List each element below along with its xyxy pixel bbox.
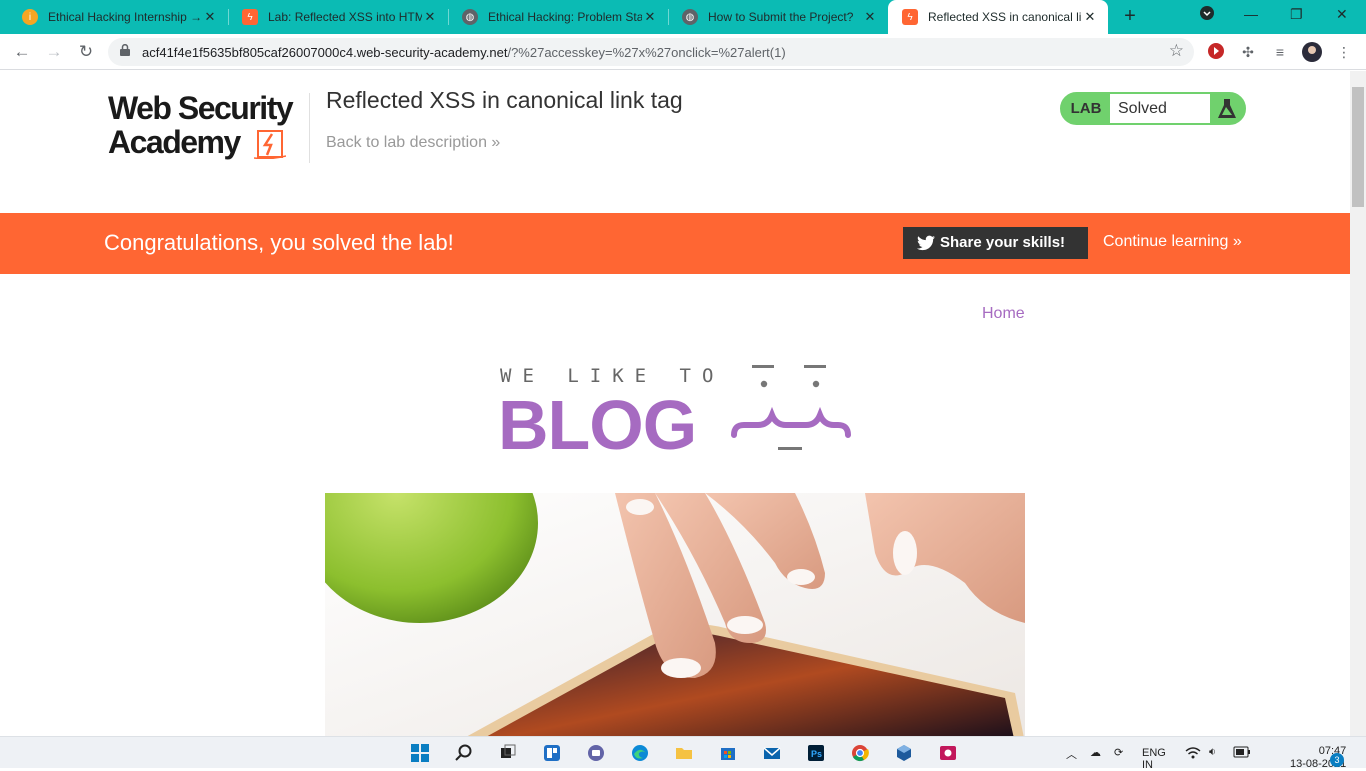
globe-icon: ◍: [462, 9, 478, 25]
forward-arrow-icon[interactable]: →: [42, 40, 66, 64]
teams-chat-icon[interactable]: [587, 744, 605, 762]
tab-ethical-hacking-internship[interactable]: i Ethical Hacking Internship → ✕: [8, 0, 228, 34]
back-arrow-icon[interactable]: ←: [10, 40, 34, 64]
header-divider: [309, 93, 310, 163]
wifi-icon[interactable]: [1185, 746, 1201, 763]
profile-avatar[interactable]: [1302, 42, 1322, 62]
globe-icon: ◍: [682, 9, 698, 25]
tab-title: Ethical Hacking Internship →: [48, 10, 202, 24]
tab-reflected-xss-html[interactable]: ϟ Lab: Reflected XSS into HTML ✕: [228, 0, 448, 34]
menu-kebab-icon[interactable]: ⋮: [1334, 42, 1354, 62]
tab-reflected-xss-canonical[interactable]: ϟ Reflected XSS in canonical lin ✕: [888, 0, 1108, 34]
restore-icon[interactable]: ❐: [1290, 6, 1303, 23]
battery-icon[interactable]: [1233, 746, 1251, 761]
file-explorer-icon[interactable]: [675, 744, 693, 762]
badge-lab-label: LAB: [1070, 100, 1102, 117]
we-like-to-blog-logo: WE LIKE TO BLOG: [498, 361, 858, 464]
media-queue-icon[interactable]: ≡: [1270, 42, 1290, 62]
notification-count-badge[interactable]: 3: [1330, 753, 1344, 767]
tab-title: Reflected XSS in canonical lin: [928, 10, 1082, 24]
back-to-lab-description-link[interactable]: Back to lab description »: [326, 134, 500, 152]
svg-text:Ps: Ps: [811, 749, 822, 759]
nav-home-link[interactable]: Home: [982, 305, 1025, 323]
close-icon[interactable]: ✕: [1082, 9, 1098, 25]
address-bar[interactable]: acf41f4e1f5635bf805caf26007000c4.web-sec…: [108, 38, 1194, 66]
show-hidden-icons-chevron-icon[interactable]: ︿: [1066, 746, 1077, 762]
tab-title: How to Submit the Project?: [708, 10, 854, 24]
url-host: acf41f4e1f5635bf805caf26007000c4.web-sec…: [142, 45, 508, 60]
window-close-icon[interactable]: ✕: [1336, 6, 1348, 23]
new-tab-button[interactable]: +: [1118, 5, 1142, 29]
continue-learning-link[interactable]: Continue learning »: [1103, 233, 1242, 251]
tab-search-icon[interactable]: [1200, 6, 1214, 23]
tab-problem-statement[interactable]: ◍ Ethical Hacking: Problem Stat ✕: [448, 0, 668, 34]
search-icon[interactable]: [455, 744, 473, 762]
browser-toolbar: ← → ↻ acf41f4e1f5635bf805caf26007000c4.w…: [0, 34, 1366, 70]
minimize-icon[interactable]: —: [1244, 6, 1258, 22]
screen-recorder-icon[interactable]: [939, 744, 957, 762]
lock-icon: [120, 44, 130, 56]
lightning-bolt-icon: [254, 130, 286, 159]
volume-icon[interactable]: 🔉︎: [1209, 746, 1216, 759]
page-scrollbar[interactable]: [1350, 71, 1366, 736]
close-icon[interactable]: ✕: [642, 9, 658, 25]
chrome-icon[interactable]: [851, 744, 869, 762]
language-code: ENG: [1142, 747, 1166, 759]
close-icon[interactable]: ✕: [862, 9, 878, 25]
windows-start-icon[interactable]: [411, 744, 429, 762]
flask-icon: [1218, 99, 1236, 118]
extensions-puzzle-icon[interactable]: ✣: [1238, 42, 1258, 62]
internshala-icon: i: [22, 9, 38, 25]
logo-line2: Academy: [108, 124, 241, 160]
face-icon: [731, 365, 851, 450]
windows-taskbar: Ps ︿ ☁ ⟳ ENG IN 🔉︎ 07:47 13-08-2021 3: [0, 736, 1366, 771]
record-extension-icon[interactable]: [1206, 42, 1226, 62]
close-icon[interactable]: ✕: [202, 9, 218, 25]
close-icon[interactable]: ✕: [422, 9, 438, 25]
portswigger-icon: ϟ: [902, 9, 918, 25]
photoshop-icon[interactable]: Ps: [807, 744, 825, 762]
bookmark-star-icon[interactable]: ☆: [1169, 41, 1184, 61]
sync-icon[interactable]: ⟳: [1114, 746, 1123, 759]
lab-title: Reflected XSS in canonical link tag: [326, 87, 683, 113]
share-skills-button[interactable]: Share your skills!: [903, 227, 1088, 259]
portswigger-icon: ϟ: [242, 9, 258, 25]
solved-banner: Congratulations, you solved the lab! Sha…: [0, 213, 1350, 274]
url-text: acf41f4e1f5635bf805caf26007000c4.web-sec…: [142, 45, 786, 60]
virtualbox-icon[interactable]: [895, 744, 913, 762]
twitter-icon: [917, 235, 935, 251]
blog-logo-wordmark: BLOG: [498, 386, 697, 464]
tab-title: Ethical Hacking: Problem Stat: [488, 10, 642, 24]
language-region: IN: [1142, 759, 1153, 771]
congratulations-message: Congratulations, you solved the lab!: [104, 230, 454, 255]
onedrive-icon[interactable]: ☁: [1090, 746, 1101, 759]
reload-icon[interactable]: ↻: [74, 40, 98, 64]
blog-logo-tagline: WE LIKE TO: [500, 365, 725, 387]
web-security-academy-logo[interactable]: Web Security Academy: [108, 91, 308, 163]
edge-browser-icon[interactable]: [631, 744, 649, 762]
blog-hero-image: [325, 493, 1025, 736]
microsoft-store-icon[interactable]: [719, 744, 737, 762]
scrollbar-thumb[interactable]: [1352, 87, 1364, 207]
lab-status-badge: LAB Solved: [1060, 92, 1246, 125]
url-path: /?%27accesskey=%27x%27onclick=%27alert(1…: [507, 45, 786, 60]
widgets-icon[interactable]: [543, 744, 561, 762]
share-button-label: Share your skills!: [940, 234, 1066, 251]
task-view-icon[interactable]: [499, 744, 517, 762]
page-content: Web Security Academy Reflected XSS in ca…: [0, 71, 1350, 736]
tab-how-to-submit[interactable]: ◍ How to Submit the Project? ✕: [668, 0, 888, 34]
badge-status: Solved: [1110, 94, 1210, 123]
tab-title: Lab: Reflected XSS into HTML: [268, 10, 422, 24]
logo-line1: Web Security: [108, 90, 294, 126]
mail-icon[interactable]: [763, 744, 781, 762]
tab-strip: i Ethical Hacking Internship → ✕ ϟ Lab: …: [0, 0, 1366, 34]
language-indicator[interactable]: ENG IN: [1142, 747, 1166, 771]
